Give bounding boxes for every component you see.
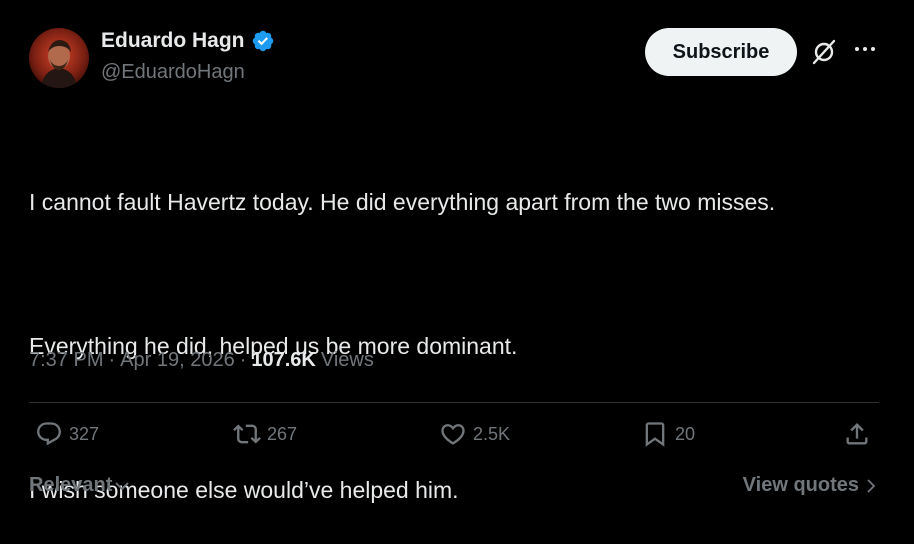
tweet-paragraph: I cannot fault Havertz today. He did eve… <box>29 189 776 215</box>
reply-icon <box>37 422 61 446</box>
views-count[interactable]: 107.6K <box>251 349 316 372</box>
meta-separator: · <box>108 349 116 371</box>
more-icon[interactable] <box>852 36 878 62</box>
tweet-meta: 7:37 PM · Apr 19, 2026 · 107.6K Views <box>29 349 374 372</box>
reply-sort-dropdown[interactable]: Relevant <box>29 474 130 497</box>
views-label: Views <box>320 349 374 371</box>
grok-icon[interactable] <box>810 38 838 66</box>
tweet-time[interactable]: 7:37 PM <box>29 349 103 372</box>
view-quotes-link[interactable]: View quotes <box>743 474 877 497</box>
author-name[interactable]: Eduardo Hagn <box>101 29 245 53</box>
bookmark-count: 20 <box>675 423 696 444</box>
author-name-row[interactable]: Eduardo Hagn <box>101 29 275 53</box>
meta-separator: · <box>239 349 247 371</box>
share-button[interactable] <box>843 420 871 448</box>
action-bar: 327 267 2.5K 20 <box>29 420 879 460</box>
reply-button[interactable]: 327 <box>35 420 99 448</box>
heart-icon <box>441 424 465 445</box>
subscribe-button[interactable]: Subscribe <box>645 28 797 76</box>
author-handle[interactable]: @EduardoHagn <box>101 61 245 84</box>
avatar[interactable] <box>29 28 89 88</box>
share-icon <box>846 423 868 445</box>
reply-count: 327 <box>69 423 100 444</box>
view-quotes-label: View quotes <box>742 474 859 496</box>
sort-label: Relevant <box>29 474 113 496</box>
like-count: 2.5K <box>473 423 511 444</box>
chevron-down-icon <box>115 481 130 490</box>
repost-count: 267 <box>267 423 298 444</box>
repost-icon <box>233 424 261 444</box>
bookmark-button[interactable]: 20 <box>641 420 695 448</box>
repost-button[interactable]: 267 <box>233 420 297 448</box>
chevron-right-icon <box>867 478 876 493</box>
verified-badge-icon <box>251 29 275 53</box>
divider <box>29 402 879 403</box>
like-button[interactable]: 2.5K <box>439 420 510 448</box>
tweet-date[interactable]: Apr 19, 2026 <box>120 349 235 372</box>
bookmark-icon <box>645 422 665 447</box>
